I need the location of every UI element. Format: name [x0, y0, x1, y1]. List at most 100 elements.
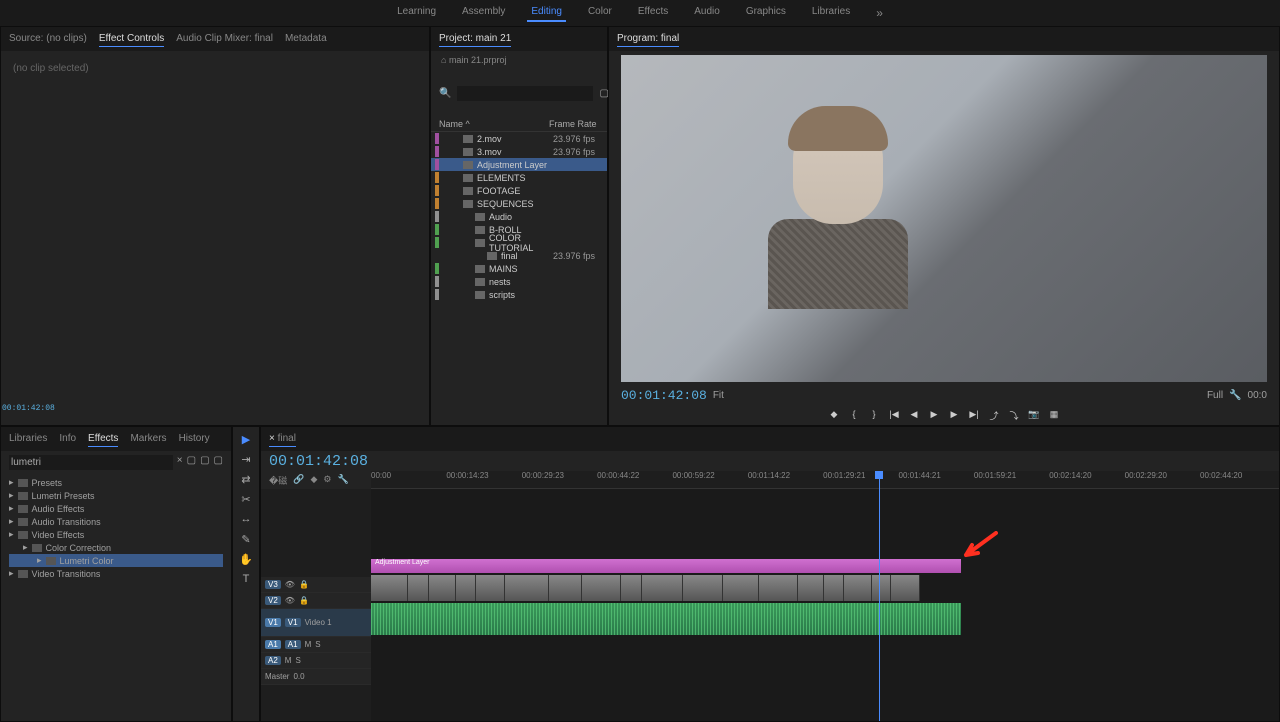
- tab-more[interactable]: »: [872, 4, 887, 22]
- project-item[interactable]: 2.mov23.976 fps: [431, 132, 607, 145]
- tab-history[interactable]: History: [179, 431, 210, 447]
- project-item[interactable]: Audio: [431, 210, 607, 223]
- snap-icon[interactable]: �磁: [269, 474, 287, 487]
- razor-tool[interactable]: ✂: [239, 493, 253, 507]
- fx-badge-icon[interactable]: ▢: [187, 455, 196, 470]
- project-item[interactable]: nests: [431, 275, 607, 288]
- program-timecode[interactable]: 00:01:42:08: [621, 388, 707, 403]
- mark-out-button[interactable]: {: [848, 409, 860, 421]
- tab-sequence[interactable]: × final: [269, 431, 296, 447]
- v3-toggle[interactable]: V3: [265, 580, 281, 589]
- project-item[interactable]: Adjustment Layer: [431, 158, 607, 171]
- project-item[interactable]: FOOTAGE: [431, 184, 607, 197]
- project-breadcrumb[interactable]: ⌂ main 21.prproj: [431, 51, 607, 69]
- step-fwd-button[interactable]: ▶|: [968, 409, 980, 421]
- comparison-button[interactable]: ▦: [1048, 409, 1060, 421]
- v1-source[interactable]: V1: [265, 618, 281, 627]
- project-item[interactable]: COLOR TUTORIAL: [431, 236, 607, 249]
- video-clip[interactable]: [456, 575, 476, 601]
- video-clip[interactable]: [429, 575, 456, 601]
- video-clip[interactable]: [683, 575, 724, 601]
- video-clip[interactable]: [723, 575, 758, 601]
- project-item[interactable]: MAINS: [431, 262, 607, 275]
- a1-source[interactable]: A1: [265, 640, 281, 649]
- video-clip[interactable]: [621, 575, 643, 601]
- video-clip[interactable]: [549, 575, 582, 601]
- video-clip[interactable]: [582, 575, 620, 601]
- a2-toggle[interactable]: A2: [265, 656, 281, 665]
- video-clip[interactable]: [371, 575, 408, 601]
- linked-selection-icon[interactable]: 🔗: [293, 474, 304, 487]
- video-clip[interactable]: [824, 575, 844, 601]
- audio-track[interactable]: [371, 603, 961, 635]
- project-item[interactable]: final23.976 fps: [431, 249, 607, 262]
- tab-libraries-bottom[interactable]: Libraries: [9, 431, 47, 447]
- fit-dropdown[interactable]: Fit: [713, 390, 724, 401]
- tab-metadata[interactable]: Metadata: [285, 31, 327, 47]
- adjustment-layer-clip[interactable]: Adjustment Layer: [371, 559, 961, 573]
- pen-tool[interactable]: ✎: [239, 533, 253, 547]
- clear-search-icon[interactable]: ×: [177, 455, 183, 470]
- ripple-tool[interactable]: ⇄: [239, 473, 253, 487]
- tab-effect-controls[interactable]: Effect Controls: [99, 31, 164, 47]
- lift-button[interactable]: ⤴: [988, 409, 1000, 421]
- video-clip[interactable]: [798, 575, 824, 601]
- time-ruler[interactable]: 00:0000:00:14:2300:00:29:2300:00:44:2200…: [371, 471, 1279, 489]
- tab-audio[interactable]: Audio: [690, 4, 724, 22]
- hand-tool[interactable]: ✋: [239, 553, 253, 567]
- frame-back-button[interactable]: ◀: [908, 409, 920, 421]
- v2-toggle[interactable]: V2: [265, 596, 281, 605]
- fx-badge-icon-2[interactable]: ▢: [200, 455, 209, 470]
- effects-tree-item[interactable]: ▸Audio Effects: [9, 502, 223, 515]
- tab-info[interactable]: Info: [59, 431, 76, 447]
- project-search-input[interactable]: [457, 86, 593, 101]
- tab-markers[interactable]: Markers: [130, 431, 166, 447]
- video-clip[interactable]: [872, 575, 890, 601]
- playhead[interactable]: [879, 471, 880, 721]
- video-clip[interactable]: [408, 575, 429, 601]
- extract-button[interactable]: ⤵: [1008, 409, 1020, 421]
- tab-audio-mixer[interactable]: Audio Clip Mixer: final: [176, 31, 273, 47]
- effects-tree-item[interactable]: ▸Audio Transitions: [9, 515, 223, 528]
- timeline-timecode[interactable]: 00:01:42:08: [261, 451, 1279, 472]
- video-clip[interactable]: [759, 575, 798, 601]
- tab-source[interactable]: Source: (no clips): [9, 31, 87, 47]
- effects-tree-item[interactable]: ▸Video Transitions: [9, 567, 223, 580]
- video-clip[interactable]: [505, 575, 549, 601]
- col-fps-header[interactable]: Frame Rate: [549, 119, 599, 129]
- effects-tree-item[interactable]: ▸Lumetri Color: [9, 554, 223, 567]
- resolution-dropdown[interactable]: Full: [1207, 390, 1223, 401]
- project-item[interactable]: ELEMENTS: [431, 171, 607, 184]
- track-select-tool[interactable]: ⇥: [239, 453, 253, 467]
- project-item[interactable]: 3.mov23.976 fps: [431, 145, 607, 158]
- tab-program[interactable]: Program: final: [617, 31, 679, 47]
- export-frame-button[interactable]: 📷: [1028, 409, 1040, 421]
- go-in-button[interactable]: }: [868, 409, 880, 421]
- step-back-button[interactable]: |◀: [888, 409, 900, 421]
- effects-tree-item[interactable]: ▸Lumetri Presets: [9, 489, 223, 502]
- effects-search-input[interactable]: [9, 455, 173, 470]
- video-clip[interactable]: [476, 575, 506, 601]
- video-track[interactable]: [371, 575, 961, 601]
- tab-learning[interactable]: Learning: [393, 4, 440, 22]
- tab-effects[interactable]: Effects: [634, 4, 672, 22]
- fx-badge-icon-3[interactable]: ▢: [214, 455, 223, 470]
- wrench-icon[interactable]: 🔧: [1229, 390, 1241, 401]
- video-clip[interactable]: [642, 575, 682, 601]
- marker-icon[interactable]: ◆: [310, 474, 317, 487]
- effects-tree-item[interactable]: ▸Presets: [9, 476, 223, 489]
- mark-in-button[interactable]: ◆: [828, 409, 840, 421]
- wrench-icon-tl[interactable]: 🔧: [337, 474, 348, 487]
- play-button[interactable]: ▶: [928, 409, 940, 421]
- project-item[interactable]: scripts: [431, 288, 607, 301]
- settings-icon[interactable]: ⚙: [323, 474, 331, 487]
- video-clip[interactable]: [891, 575, 920, 601]
- tab-assembly[interactable]: Assembly: [458, 4, 509, 22]
- project-item[interactable]: SEQUENCES: [431, 197, 607, 210]
- effects-tree-item[interactable]: ▸Video Effects: [9, 528, 223, 541]
- tab-libraries[interactable]: Libraries: [808, 4, 854, 22]
- tab-project[interactable]: Project: main 21: [439, 31, 511, 47]
- selection-tool[interactable]: ▶: [239, 433, 253, 447]
- effects-tree-item[interactable]: ▸Color Correction: [9, 541, 223, 554]
- tab-editing[interactable]: Editing: [527, 4, 566, 22]
